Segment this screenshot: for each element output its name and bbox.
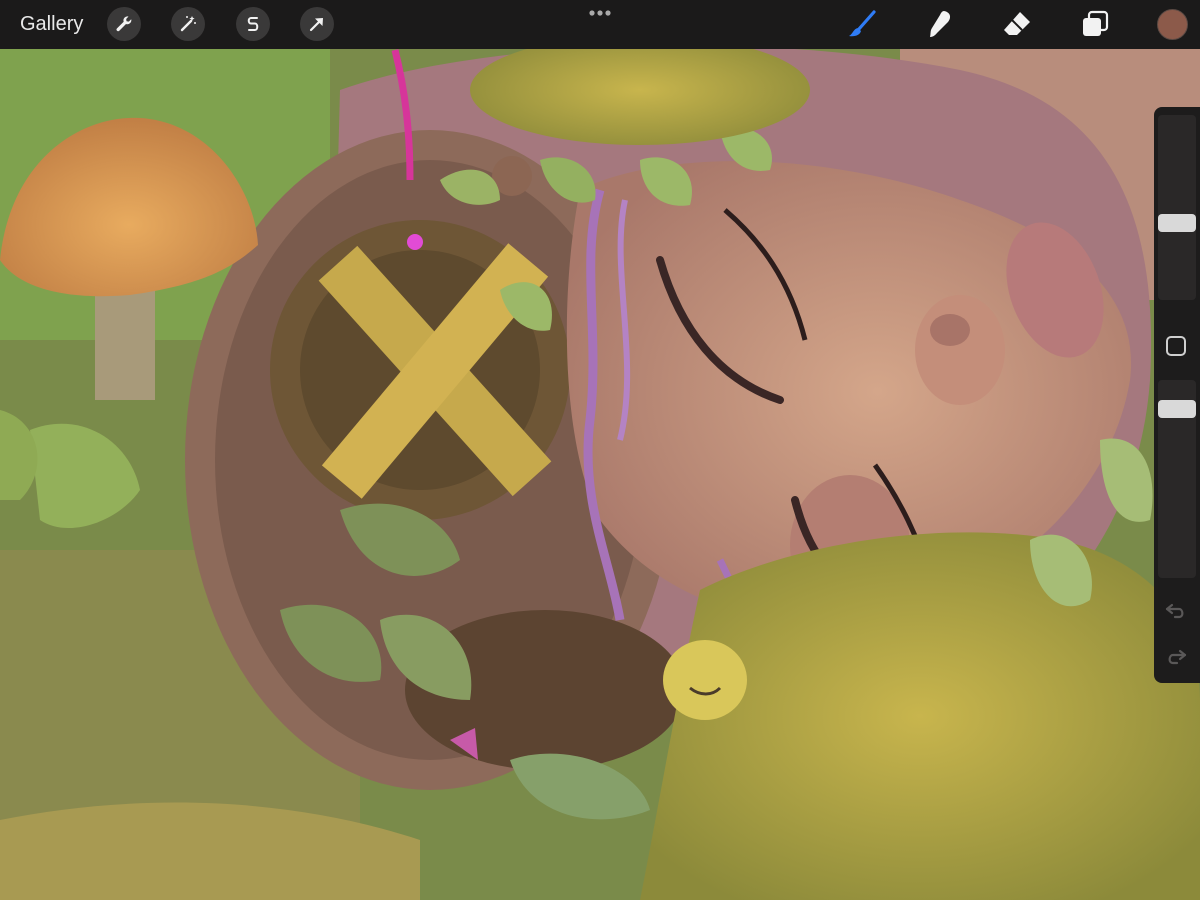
gallery-button[interactable]: Gallery [20, 12, 83, 36]
drawing-canvas[interactable] [0, 0, 1200, 900]
redo-arrow-icon[interactable] [1163, 643, 1189, 669]
brush-size-slider[interactable] [1158, 115, 1196, 300]
brush-icon [849, 10, 876, 37]
procreate-app: Gallery [0, 0, 1200, 900]
color-swatch[interactable] [1157, 9, 1188, 40]
arrow-cursor-icon [309, 18, 323, 32]
undo-arrow-icon[interactable] [1163, 597, 1189, 623]
top-toolbar: Gallery [0, 0, 1200, 49]
brush-opacity-thumb[interactable] [1158, 399, 1196, 418]
brush-size-thumb[interactable] [1158, 213, 1196, 232]
layers-icon [1083, 10, 1109, 36]
brush-tool-button[interactable] [845, 7, 879, 41]
eraser-tool-button[interactable] [1000, 7, 1034, 41]
magic-wand-icon [180, 16, 196, 32]
smudge-tool-button[interactable] [922, 7, 956, 41]
artwork [0, 0, 1200, 900]
adjustments-button[interactable] [171, 7, 205, 41]
layers-button[interactable] [1078, 7, 1112, 41]
square-modify-icon[interactable] [1166, 336, 1186, 356]
more-dots-icon[interactable] [585, 4, 615, 20]
actions-button[interactable] [107, 7, 141, 41]
eraser-icon [1004, 12, 1030, 35]
smudge-finger-icon [930, 11, 951, 37]
transform-button[interactable] [300, 7, 334, 41]
wrench-icon [116, 16, 132, 32]
selection-button[interactable] [236, 7, 270, 41]
selection-s-icon [247, 17, 259, 31]
